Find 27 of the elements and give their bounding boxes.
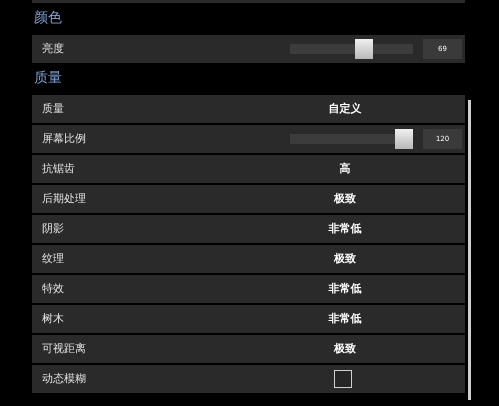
setting-label: 后期处理 <box>42 190 87 207</box>
option-value[interactable]: 极致 <box>305 250 385 268</box>
setting-label: 屏幕比例 <box>42 130 87 147</box>
setting-label: 动态模糊 <box>42 370 87 387</box>
option-value[interactable]: 极致 <box>305 340 385 358</box>
setting-label: 树木 <box>42 310 65 327</box>
option-value[interactable]: 非常低 <box>305 310 385 328</box>
setting-label: 质量 <box>42 100 65 117</box>
setting-label: 亮度 <box>42 40 65 57</box>
section-heading: 质量 <box>33 68 63 88</box>
setting-label: 可视距离 <box>42 340 87 357</box>
setting-label: 阴影 <box>42 220 65 237</box>
option-value[interactable]: 非常低 <box>305 280 385 298</box>
checkbox[interactable] <box>334 370 352 388</box>
setting-label: 纹理 <box>42 250 65 267</box>
setting-label: 特效 <box>42 280 65 297</box>
slider-thumb[interactable] <box>395 129 413 149</box>
slider[interactable] <box>290 39 413 59</box>
slider[interactable] <box>290 129 413 149</box>
option-value[interactable]: 自定义 <box>305 100 385 118</box>
section-heading: 颜色 <box>33 8 63 28</box>
slider-thumb[interactable] <box>355 39 374 59</box>
scrollbar[interactable] <box>468 100 471 400</box>
option-value[interactable]: 非常低 <box>305 220 385 238</box>
option-value[interactable]: 高 <box>305 160 385 178</box>
setting-label: 抗锯齿 <box>42 160 76 177</box>
option-value[interactable]: 极致 <box>305 190 385 208</box>
